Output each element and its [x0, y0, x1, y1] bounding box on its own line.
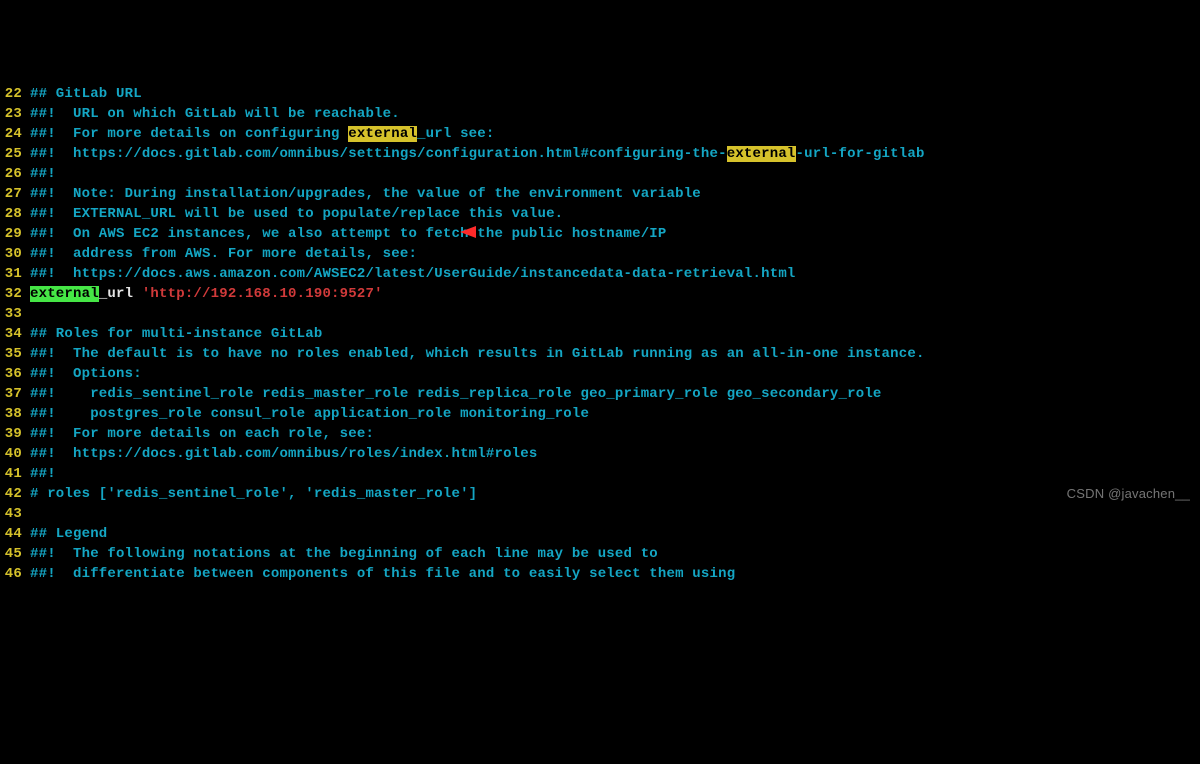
- code-line[interactable]: 40##! https://docs.gitlab.com/omnibus/ro…: [0, 444, 1200, 464]
- code-line[interactable]: 39##! For more details on each role, see…: [0, 424, 1200, 444]
- line-content: ##! address from AWS. For more details, …: [30, 244, 1200, 264]
- line-content: ##! https://docs.gitlab.com/omnibus/role…: [30, 444, 1200, 464]
- code-line[interactable]: 45##! The following notations at the beg…: [0, 544, 1200, 564]
- line-content: ##! https://docs.gitlab.com/omnibus/sett…: [30, 144, 1200, 164]
- line-number: 33: [0, 304, 30, 324]
- code-line[interactable]: 32external_url 'http://192.168.10.190:95…: [0, 284, 1200, 304]
- code-line[interactable]: 30##! address from AWS. For more details…: [0, 244, 1200, 264]
- code-line[interactable]: 43: [0, 504, 1200, 524]
- code-line[interactable]: 26##!: [0, 164, 1200, 184]
- line-number: 44: [0, 524, 30, 544]
- code-line[interactable]: 24##! For more details on configuring ex…: [0, 124, 1200, 144]
- line-content: ## Roles for multi-instance GitLab: [30, 324, 1200, 344]
- code-line[interactable]: 22## GitLab URL: [0, 84, 1200, 104]
- line-content: ##! Note: During installation/upgrades, …: [30, 184, 1200, 204]
- line-number: 23: [0, 104, 30, 124]
- line-content: ## GitLab URL: [30, 84, 1200, 104]
- line-content: ##! The default is to have no roles enab…: [30, 344, 1200, 364]
- code-line[interactable]: 23##! URL on which GitLab will be reacha…: [0, 104, 1200, 124]
- line-number: 35: [0, 344, 30, 364]
- line-number: 27: [0, 184, 30, 204]
- code-line[interactable]: 44## Legend: [0, 524, 1200, 544]
- line-number: 42: [0, 484, 30, 504]
- code-line[interactable]: 37##! redis_sentinel_role redis_master_r…: [0, 384, 1200, 404]
- line-content: ##! URL on which GitLab will be reachabl…: [30, 104, 1200, 124]
- line-content: [30, 504, 1200, 524]
- line-content: ##! redis_sentinel_role redis_master_rol…: [30, 384, 1200, 404]
- line-content: ##!: [30, 464, 1200, 484]
- line-number: 37: [0, 384, 30, 404]
- code-line[interactable]: 27##! Note: During installation/upgrades…: [0, 184, 1200, 204]
- line-content: ##! For more details on configuring exte…: [30, 124, 1200, 144]
- line-content: [30, 304, 1200, 324]
- line-number: 41: [0, 464, 30, 484]
- line-number: 25: [0, 144, 30, 164]
- line-number: 29: [0, 224, 30, 244]
- code-line[interactable]: 31##! https://docs.aws.amazon.com/AWSEC2…: [0, 264, 1200, 284]
- line-number: 30: [0, 244, 30, 264]
- line-number: 31: [0, 264, 30, 284]
- code-line[interactable]: 28##! EXTERNAL_URL will be used to popul…: [0, 204, 1200, 224]
- line-content: external_url 'http://192.168.10.190:9527…: [30, 284, 1200, 304]
- code-line[interactable]: 33: [0, 304, 1200, 324]
- line-content: ##! For more details on each role, see:: [30, 424, 1200, 444]
- line-content: ##! https://docs.aws.amazon.com/AWSEC2/l…: [30, 264, 1200, 284]
- code-line[interactable]: 46##! differentiate between components o…: [0, 564, 1200, 584]
- line-number: 34: [0, 324, 30, 344]
- line-content: ##!: [30, 164, 1200, 184]
- line-number: 45: [0, 544, 30, 564]
- line-number: 26: [0, 164, 30, 184]
- line-content: ##! Options:: [30, 364, 1200, 384]
- line-number: 39: [0, 424, 30, 444]
- code-line[interactable]: 25##! https://docs.gitlab.com/omnibus/se…: [0, 144, 1200, 164]
- code-line[interactable]: 42# roles ['redis_sentinel_role', 'redis…: [0, 484, 1200, 504]
- line-content: # roles ['redis_sentinel_role', 'redis_m…: [30, 484, 1200, 504]
- code-line[interactable]: 36##! Options:: [0, 364, 1200, 384]
- line-number: 36: [0, 364, 30, 384]
- code-line[interactable]: 38##! postgres_role consul_role applicat…: [0, 404, 1200, 424]
- line-number: 46: [0, 564, 30, 584]
- line-number: 24: [0, 124, 30, 144]
- line-number: 22: [0, 84, 30, 104]
- code-editor[interactable]: 22## GitLab URL23##! URL on which GitLab…: [0, 80, 1200, 584]
- line-number: 32: [0, 284, 30, 304]
- line-number: 43: [0, 504, 30, 524]
- line-content: ##! EXTERNAL_URL will be used to populat…: [30, 204, 1200, 224]
- line-number: 28: [0, 204, 30, 224]
- code-line[interactable]: 29##! On AWS EC2 instances, we also atte…: [0, 224, 1200, 244]
- line-content: ##! On AWS EC2 instances, we also attemp…: [30, 224, 1200, 244]
- line-number: 38: [0, 404, 30, 424]
- code-line[interactable]: 34## Roles for multi-instance GitLab: [0, 324, 1200, 344]
- line-content: ## Legend: [30, 524, 1200, 544]
- line-content: ##! postgres_role consul_role applicatio…: [30, 404, 1200, 424]
- watermark-text: CSDN @javachen__: [1067, 484, 1190, 504]
- line-content: ##! The following notations at the begin…: [30, 544, 1200, 564]
- code-line[interactable]: 35##! The default is to have no roles en…: [0, 344, 1200, 364]
- code-line[interactable]: 41##!: [0, 464, 1200, 484]
- line-content: ##! differentiate between components of …: [30, 564, 1200, 584]
- line-number: 40: [0, 444, 30, 464]
